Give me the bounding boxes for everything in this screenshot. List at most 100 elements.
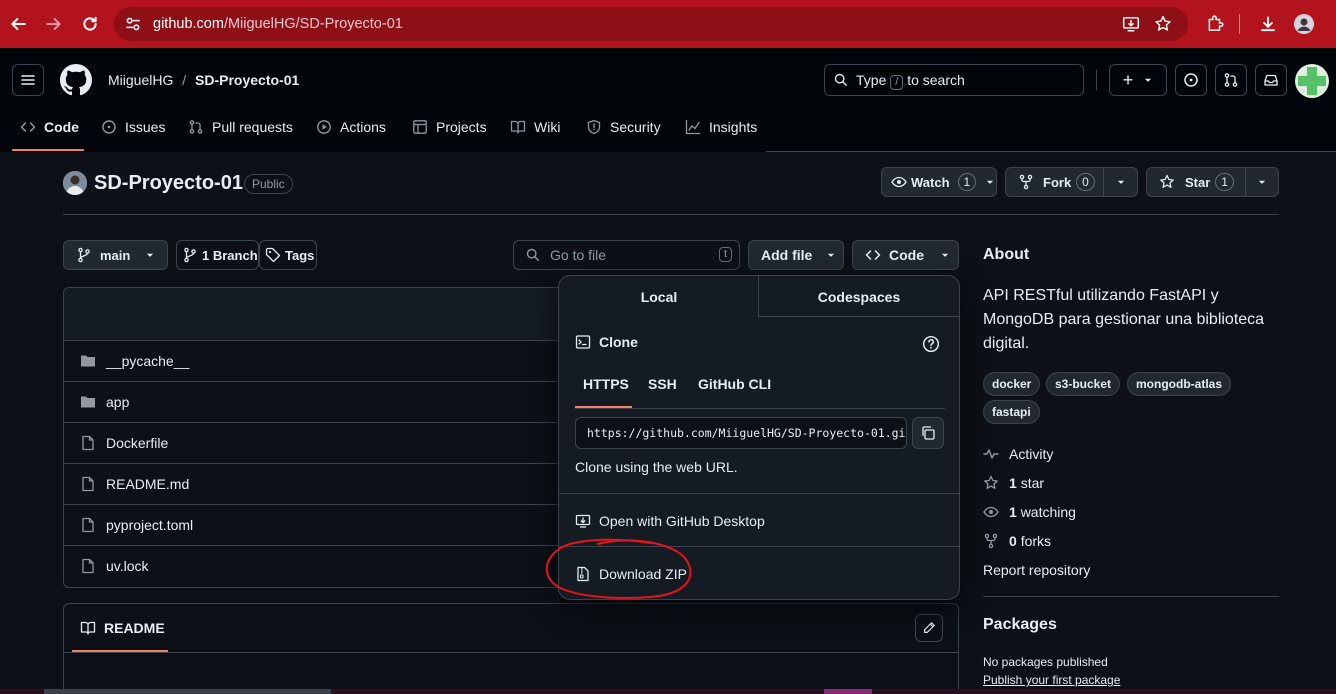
tab-codespaces[interactable]: Codespaces bbox=[759, 276, 959, 317]
proto-cli-tab[interactable]: GitHub CLI bbox=[698, 376, 771, 392]
breadcrumb: MiiguelHG / SD-Proyecto-01 bbox=[108, 72, 299, 88]
back-arrow-icon[interactable] bbox=[6, 12, 30, 36]
file-name[interactable]: README.md bbox=[106, 476, 189, 492]
tab-issues[interactable]: Issues bbox=[101, 116, 165, 138]
stars-link[interactable]: 1 star bbox=[983, 473, 1044, 493]
go-to-file-shortcut: t bbox=[718, 247, 732, 262]
book-icon bbox=[510, 120, 526, 134]
star-lists-button[interactable] bbox=[1245, 167, 1279, 197]
publish-package-link[interactable]: Publish your first package bbox=[983, 673, 1120, 687]
menu-hamburger-icon[interactable] bbox=[12, 64, 44, 96]
github-logo-icon[interactable] bbox=[60, 64, 92, 96]
site-settings-icon[interactable] bbox=[124, 15, 142, 33]
reload-icon[interactable] bbox=[78, 12, 102, 36]
profile-avatar-icon[interactable] bbox=[1292, 12, 1316, 36]
create-new-button[interactable]: + bbox=[1109, 64, 1167, 96]
active-tab-indicator bbox=[12, 149, 84, 151]
stars-word: star bbox=[1020, 475, 1045, 491]
pull-requests-shortcut-icon[interactable] bbox=[1215, 64, 1247, 96]
tab-wiki-label: Wiki bbox=[534, 119, 561, 135]
tab-issues-label: Issues bbox=[125, 119, 166, 135]
global-search-input[interactable]: Type / to search bbox=[824, 64, 1084, 96]
packages-heading[interactable]: Packages bbox=[983, 616, 1057, 634]
chevron-down-icon bbox=[828, 253, 835, 257]
repo-link[interactable]: SD-Proyecto-01 bbox=[195, 72, 299, 88]
branches-label: 1 Branch bbox=[202, 247, 258, 263]
tags-link[interactable]: Tags bbox=[259, 240, 317, 270]
visibility-badge: Public bbox=[244, 174, 293, 194]
folder-icon bbox=[80, 353, 96, 369]
install-app-icon[interactable] bbox=[1122, 15, 1140, 33]
forward-arrow-icon[interactable] bbox=[42, 12, 66, 36]
tab-insights[interactable]: Insights bbox=[685, 116, 757, 138]
fork-options-button[interactable] bbox=[1103, 167, 1138, 197]
file-name[interactable]: Dockerfile bbox=[106, 435, 168, 451]
extensions-icon[interactable] bbox=[1203, 12, 1227, 36]
file-name[interactable]: pyproject.toml bbox=[106, 517, 193, 533]
tab-actions[interactable]: Actions bbox=[316, 116, 386, 138]
owner-link[interactable]: MiiguelHG bbox=[108, 72, 173, 88]
watching-word: watching bbox=[1020, 504, 1076, 520]
chevron-down-icon bbox=[1117, 180, 1124, 184]
readme-panel: README bbox=[63, 603, 959, 694]
eye-icon bbox=[983, 506, 999, 518]
topic-tag[interactable]: mongodb-atlas bbox=[1127, 372, 1231, 396]
about-description: API RESTful utilizando FastAPI y MongoDB… bbox=[983, 287, 1265, 352]
branch-selector[interactable]: main bbox=[63, 240, 168, 270]
clone-url-input[interactable]: https://github.com/MiiguelHG/SD-Proyecto… bbox=[575, 417, 907, 449]
tab-pull-requests[interactable]: Pull requests bbox=[188, 116, 293, 138]
watch-button[interactable]: Watch 1 bbox=[881, 167, 997, 197]
proto-https-tab[interactable]: HTTPS bbox=[583, 376, 629, 392]
proto-tab-border bbox=[575, 408, 945, 409]
about-heading: About bbox=[983, 246, 1030, 263]
fork-button[interactable]: Fork 0 bbox=[1005, 167, 1104, 197]
branch-icon bbox=[78, 247, 90, 263]
tab-projects[interactable]: Projects bbox=[412, 116, 487, 138]
help-question-icon[interactable] bbox=[922, 335, 940, 353]
clone-label: Clone bbox=[599, 334, 638, 350]
user-avatar[interactable] bbox=[1295, 64, 1329, 98]
code-button[interactable]: Code bbox=[852, 240, 959, 270]
bookmark-star-icon[interactable] bbox=[1154, 15, 1172, 33]
github-header: MiiguelHG / SD-Proyecto-01 Type / to sea… bbox=[0, 48, 1336, 152]
address-bar[interactable]: github.com/MiiguelHG/SD-Proyecto-01 bbox=[114, 7, 1188, 41]
topic-tag[interactable]: docker bbox=[983, 372, 1041, 396]
search-icon bbox=[834, 73, 848, 87]
file-name[interactable]: uv.lock bbox=[106, 558, 149, 574]
topic-tag[interactable]: s3-bucket bbox=[1046, 372, 1121, 396]
tab-security[interactable]: Security bbox=[586, 116, 661, 138]
tab-wiki[interactable]: Wiki bbox=[510, 116, 560, 138]
proto-ssh-tab[interactable]: SSH bbox=[648, 376, 677, 392]
inbox-icon[interactable] bbox=[1255, 64, 1287, 96]
forks-word: forks bbox=[1020, 533, 1052, 549]
tab-local[interactable]: Local bbox=[559, 276, 759, 317]
code-icon bbox=[20, 122, 36, 132]
header-bottom-border bbox=[766, 151, 1336, 152]
sidebar-divider bbox=[983, 596, 1279, 597]
file-name[interactable]: __pycache__ bbox=[106, 353, 189, 369]
topic-tag[interactable]: fastapi bbox=[983, 400, 1040, 424]
tab-security-label: Security bbox=[610, 119, 661, 135]
graph-icon bbox=[685, 119, 701, 135]
report-repository-link[interactable]: Report repository bbox=[983, 562, 1090, 578]
tab-code[interactable]: Code bbox=[20, 116, 79, 138]
repo-title[interactable]: SD-Proyecto-01 bbox=[94, 172, 243, 195]
watching-link[interactable]: 1 watching bbox=[983, 502, 1076, 522]
readme-tab[interactable]: README bbox=[80, 620, 165, 636]
copy-icon[interactable] bbox=[912, 417, 944, 449]
star-button[interactable]: Star 1 bbox=[1146, 167, 1246, 197]
star-label: Star bbox=[1185, 174, 1211, 190]
open-github-desktop-item[interactable]: Open with GitHub Desktop bbox=[575, 511, 765, 531]
go-to-file-input[interactable]: Go to file t bbox=[513, 240, 740, 270]
folder-icon bbox=[80, 394, 96, 410]
downloads-icon[interactable] bbox=[1256, 12, 1280, 36]
file-name[interactable]: app bbox=[106, 394, 129, 410]
forks-link[interactable]: 0 forks bbox=[983, 531, 1051, 551]
branches-link[interactable]: 1 Branch bbox=[176, 240, 259, 270]
add-file-button[interactable]: Add file bbox=[748, 240, 844, 270]
file-icon bbox=[80, 558, 96, 574]
activity-link[interactable]: Activity bbox=[983, 444, 1053, 464]
edit-readme-icon[interactable] bbox=[915, 614, 943, 642]
issues-shortcut-icon[interactable] bbox=[1175, 64, 1207, 96]
fork-count: 0 bbox=[1076, 173, 1095, 191]
